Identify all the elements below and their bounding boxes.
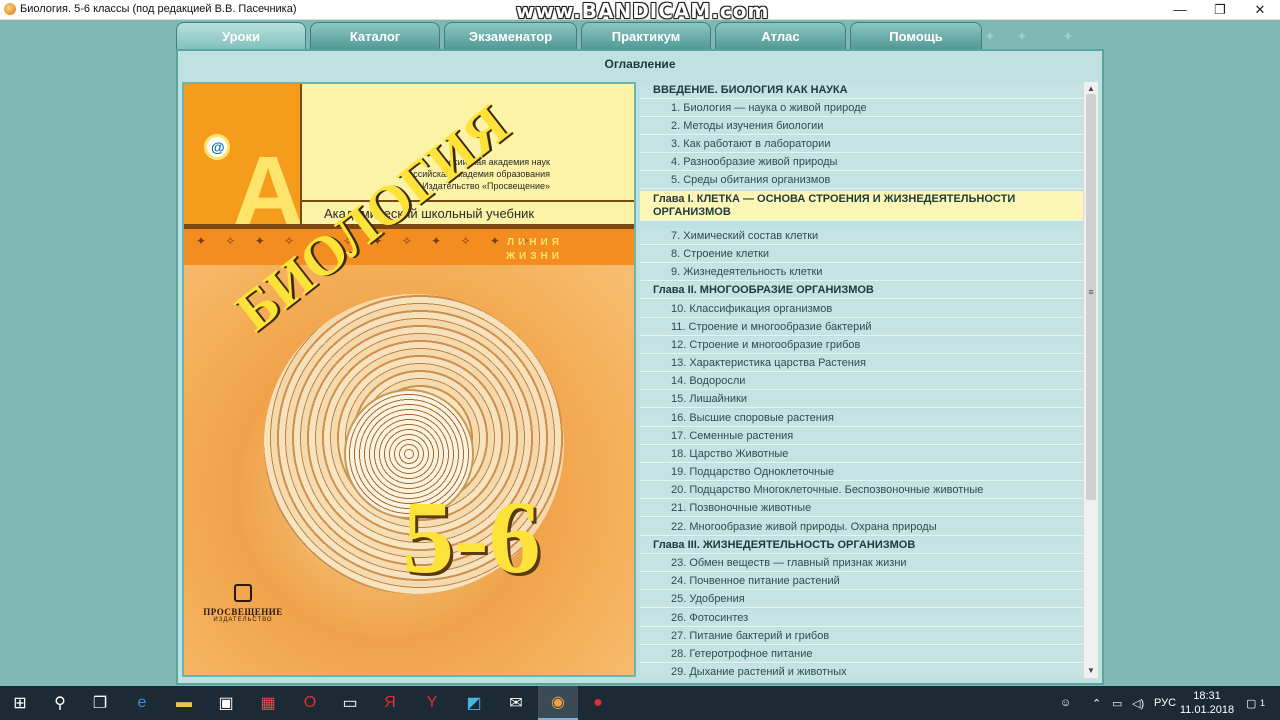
gift-icon[interactable]: ▦ xyxy=(248,686,288,720)
tab-examiner[interactable]: Экзаменатор xyxy=(444,22,577,50)
line-label-2: ЖИЗНИ xyxy=(506,251,563,262)
toc-item[interactable]: 12. Строение и многообразие грибов xyxy=(640,337,1083,354)
toc-item[interactable]: 2. Методы изучения биологии xyxy=(640,118,1083,135)
toc-item[interactable]: 7. Химический состав клетки xyxy=(640,228,1083,245)
window-titlebar: Биология. 5-6 классы (под редакцией В.В.… xyxy=(0,0,1280,23)
toc-scrollbar[interactable]: ▲ ≡ ▼ xyxy=(1083,82,1098,678)
deco-animal-icon: ✦ xyxy=(984,28,996,44)
panel-title: Оглавление xyxy=(604,57,676,71)
notification-count: 1 xyxy=(1260,698,1266,708)
toc-item[interactable]: 13. Характеристика царства Растения xyxy=(640,355,1083,372)
scroll-thumb[interactable] xyxy=(1086,94,1096,500)
toc-item[interactable]: 17. Семенные растения xyxy=(640,428,1083,445)
table-of-contents: ВВЕДЕНИЕ. БИОЛОГИЯ КАК НАУКА 1. Биология… xyxy=(640,82,1083,678)
opera-icon[interactable]: O xyxy=(290,686,330,720)
file-explorer-icon[interactable]: ▬ xyxy=(164,686,204,720)
toc-item[interactable]: 28. Гетеротрофное питание xyxy=(640,646,1083,663)
mail-icon[interactable]: ✉ xyxy=(496,686,536,720)
notifications-icon[interactable]: ▢ xyxy=(1246,686,1256,720)
toc-item[interactable]: 27. Питание бактерий и грибов xyxy=(640,628,1083,645)
publisher-logo: ПРОСВЕЩЕНИЕ ИЗДАТЕЛЬСТВО xyxy=(198,584,288,623)
toc-item[interactable]: 18. Царство Животные xyxy=(640,446,1083,463)
toc-chapter[interactable]: ВВЕДЕНИЕ. БИОЛОГИЯ КАК НАУКА xyxy=(640,82,1083,99)
maximize-button[interactable]: ❐ xyxy=(1200,0,1240,19)
cover-divider xyxy=(300,84,302,228)
search-icon[interactable]: ⚲ xyxy=(40,686,80,720)
toc-item[interactable]: 16. Высшие споровые растения xyxy=(640,410,1083,427)
tray-chevron-icon[interactable]: ⌃ xyxy=(1092,686,1101,720)
yandex-icon[interactable]: Я xyxy=(370,686,410,720)
people-icon[interactable]: ☺ xyxy=(1060,686,1071,720)
tab-lessons[interactable]: Уроки xyxy=(176,22,306,50)
bandicam-watermark: www.BANDICAM.com xyxy=(516,0,770,23)
battery-icon: ▭ xyxy=(1112,697,1123,710)
toc-item[interactable]: 9. Жизнедеятельность клетки xyxy=(640,264,1083,281)
edge-browser-icon[interactable]: e xyxy=(122,686,162,720)
yandex-browser-icon[interactable]: Y xyxy=(412,686,452,720)
clock-date: 11.01.2018 xyxy=(1179,704,1235,716)
toc-item[interactable]: 11. Строение и многообразие бактерий xyxy=(640,319,1083,336)
toc-item[interactable]: 15. Лишайники xyxy=(640,391,1083,408)
toc-item[interactable]: 3. Как работают в лаборатории xyxy=(640,136,1083,153)
publisher-mark-icon xyxy=(234,584,252,602)
cover-grade: 5-6 xyxy=(402,480,541,595)
toc-item[interactable]: 23. Обмен веществ — главный признак жизн… xyxy=(640,555,1083,572)
toc-item[interactable]: 1. Биология — наука о живой природе xyxy=(640,100,1083,117)
toc-item[interactable]: 19. Подцарство Одноклеточные xyxy=(640,464,1083,481)
window-title: Биология. 5-6 классы (под редакцией В.В.… xyxy=(20,3,297,15)
toc-item[interactable]: 26. Фотосинтез xyxy=(640,610,1083,627)
toc-item[interactable]: 29. Дыхание растений и животных xyxy=(640,664,1083,678)
tab-help[interactable]: Помощь xyxy=(850,22,982,50)
book-cover: @ А Российская академия наук Российская … xyxy=(182,82,636,677)
scroll-grip-icon: ≡ xyxy=(1088,287,1094,297)
toc-item[interactable]: 10. Классификация организмов xyxy=(640,301,1083,318)
taskbar-clock[interactable]: 18:31 11.01.2018 xyxy=(1172,689,1242,717)
publisher-sub: ИЗДАТЕЛЬСТВО xyxy=(213,617,273,623)
toc-chapter[interactable]: Глава II. МНОГООБРАЗИЕ ОРГАНИЗМОВ xyxy=(640,282,1083,299)
toc-item[interactable]: 22. Многообразие живой природы. Охрана п… xyxy=(640,519,1083,536)
toc-chapter[interactable]: Глава III. ЖИЗНЕДЕЯТЕЛЬНОСТЬ ОРГАНИЗМОВ xyxy=(640,537,1083,554)
tab-catalog[interactable]: Каталог xyxy=(310,22,440,50)
toc-item[interactable]: 14. Водоросли xyxy=(640,373,1083,390)
cover-line-label: ЛИНИЯ ЖИЗНИ xyxy=(506,236,563,264)
publisher-name: ПРОСВЕЩЕНИЕ xyxy=(203,607,283,617)
toc-item[interactable]: 25. Удобрения xyxy=(640,591,1083,608)
task-view-icon[interactable]: ❐ xyxy=(80,686,120,720)
volume-icon[interactable]: ◁) xyxy=(1132,686,1144,720)
windows-taskbar: ⊞ ⚲ ❐ e ▬ ▣ ▦ O ▭ Я Y ◩ ✉ ◉ ● ☺ ⌃ ▭ ◁) Р… xyxy=(0,686,1280,720)
notepad-icon[interactable]: ▭ xyxy=(330,686,370,720)
clock-time: 18:31 xyxy=(1193,690,1221,702)
app-icon xyxy=(4,3,16,15)
photos-icon[interactable]: ◩ xyxy=(454,686,494,720)
close-button[interactable]: ✕ xyxy=(1240,0,1280,19)
line-label-1: ЛИНИЯ xyxy=(507,237,563,248)
tab-practicum[interactable]: Практикум xyxy=(581,22,711,50)
toc-item[interactable]: 4. Разнообразие живой природы xyxy=(640,154,1083,171)
toc-item[interactable]: 20. Подцарство Многоклеточные. Беспозвон… xyxy=(640,482,1083,499)
cover-logo-icon: @ xyxy=(204,134,230,160)
toc-item[interactable]: 24. Почвенное питание растений xyxy=(640,573,1083,590)
toc-item[interactable]: 8. Строение клетки xyxy=(640,246,1083,263)
biology-app-icon[interactable]: ◉ xyxy=(538,686,578,720)
deco-animal-icon: ✦ xyxy=(1062,28,1074,44)
bandicam-record-icon[interactable]: ● xyxy=(578,686,618,720)
scroll-down-icon[interactable]: ▼ xyxy=(1084,664,1098,678)
toc-item[interactable]: 21. Позвоночные животные xyxy=(640,500,1083,517)
tab-atlas[interactable]: Атлас xyxy=(715,22,846,50)
store-icon[interactable]: ▣ xyxy=(206,686,246,720)
toc-chapter-selected[interactable]: Глава I. КЛЕТКА — ОСНОВА СТРОЕНИЯ И ЖИЗН… xyxy=(640,191,1083,221)
windows-start-icon[interactable]: ⊞ xyxy=(0,686,40,720)
minimize-button[interactable]: — xyxy=(1160,0,1200,19)
toc-item[interactable]: 5. Среды обитания организмов xyxy=(640,172,1083,189)
deco-animal-icon: ✦ xyxy=(1016,28,1028,44)
